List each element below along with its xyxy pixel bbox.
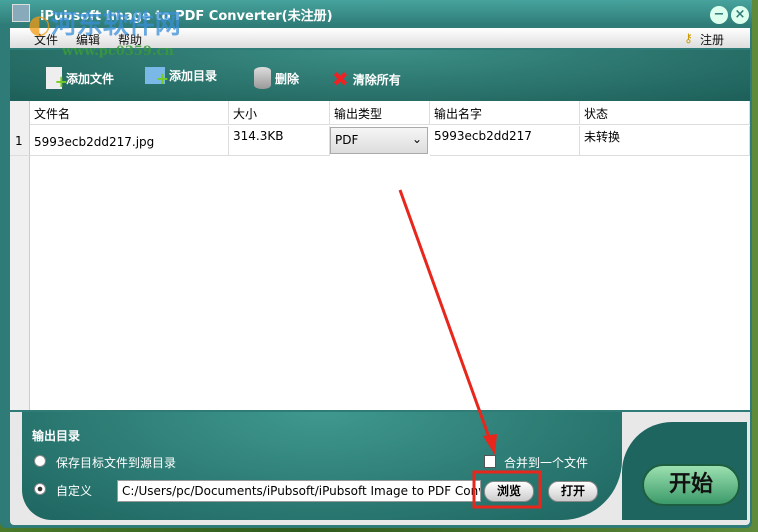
highlight-box [472,470,542,509]
red-arrow [398,189,492,441]
annotation-overlay [398,189,542,509]
arrow-head [483,434,497,455]
